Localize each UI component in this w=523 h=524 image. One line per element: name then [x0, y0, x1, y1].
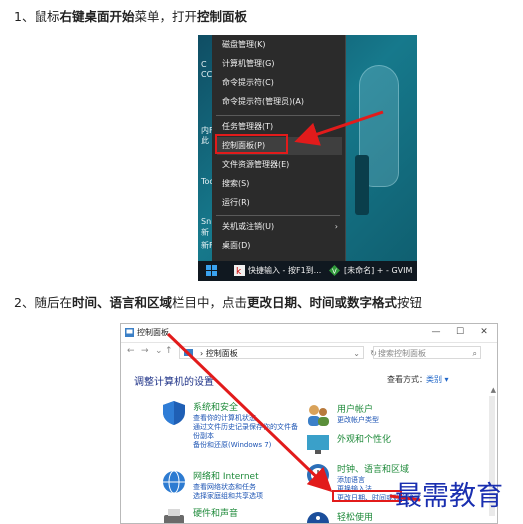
forward-arrow-icon[interactable]: → [141, 346, 149, 356]
up-arrow-icon[interactable]: ↑ [165, 346, 173, 356]
step-2-seg: 随后在 [34, 295, 72, 310]
step-1-number: 1、 [14, 9, 35, 24]
taskbar: k 快捷输入 - 按F1到... V [未命名] + - GVIM [198, 261, 417, 281]
category-title[interactable]: 用户帐户 [337, 402, 373, 415]
control-panel-highlight-box [215, 134, 288, 154]
category-title[interactable]: 系统和安全 [193, 400, 238, 413]
back-arrow-icon[interactable]: ← [127, 346, 135, 356]
minimize-button[interactable]: — [425, 325, 447, 339]
taskbar-task-quick-input[interactable]: 快捷输入 - 按F1到... [248, 264, 321, 278]
menu-item-computer-management[interactable]: 计算机管理(G) [217, 55, 342, 73]
menu-separator [216, 115, 340, 116]
category-link[interactable]: 选择家庭组和共享选项 [193, 491, 263, 501]
title-bar: 控制面板 — ☐ ✕ [121, 324, 497, 343]
svg-text:k: k [236, 267, 242, 276]
search-icon[interactable]: ⌕ [473, 347, 477, 360]
chevron-down-icon[interactable]: ⌄ [155, 346, 163, 356]
printer-icon[interactable] [161, 506, 187, 524]
maximize-button[interactable]: ☐ [449, 325, 471, 339]
step-2-instruction: 2、随后在时间、语言和区域栏目中，点击更改日期、时间或数字格式按钮 [14, 292, 422, 311]
wallpaper-object [355, 155, 369, 215]
desktop-icon-label: Sn [201, 217, 212, 226]
view-by-dropdown[interactable]: 类别 ▾ [426, 374, 449, 385]
scroll-up-icon[interactable]: ▲ [491, 386, 496, 394]
category-title[interactable]: 轻松使用 [337, 510, 373, 523]
menu-item-shutdown-label: 关机或注销(U) [222, 222, 275, 231]
menu-item-command-prompt[interactable]: 命令提示符(C) [217, 74, 342, 92]
menu-item-run[interactable]: 运行(R) [217, 194, 342, 212]
category-title[interactable]: 网络和 Internet [193, 469, 259, 482]
step-1-seg: 鼠标 [34, 9, 60, 24]
shield-icon[interactable] [161, 400, 187, 426]
watermark-text: 最需教育 [395, 481, 503, 512]
taskbar-task-gvim[interactable]: [未命名] + - GVIM [344, 264, 412, 278]
step-1-seg: 菜单，打开 [134, 9, 197, 24]
desktop-icon-label: CC [201, 70, 213, 79]
step-2-number: 2、 [14, 295, 35, 310]
category-link[interactable]: 更改帐户类型 [337, 415, 379, 425]
step-2-bold-seg: 时间、语言和区域 [71, 295, 172, 310]
menu-item-desktop[interactable]: 桌面(D) [217, 237, 342, 255]
menu-item-shutdown[interactable]: 关机或注销(U) › [217, 218, 342, 236]
desktop-icon-label: C [201, 60, 207, 69]
globe-network-icon[interactable] [161, 469, 187, 495]
quick-input-app-icon: k [234, 265, 245, 276]
windows-start-icon[interactable] [206, 265, 217, 276]
address-field[interactable]: › 控制面板 ⌄ ↻ [179, 346, 377, 360]
svg-text:V: V [332, 268, 337, 276]
step-1-bold-seg: 右键桌面开始 [59, 9, 135, 24]
ease-of-access-icon[interactable] [305, 510, 331, 524]
clock-globe-icon[interactable] [305, 462, 331, 488]
gvim-icon: V [329, 265, 340, 276]
menu-item-file-explorer[interactable]: 文件资源管理器(E) [217, 156, 342, 174]
desktop-icon-label: 新 [201, 228, 209, 237]
step-1-bold-seg: 控制面板 [197, 9, 248, 24]
menu-item-search[interactable]: 搜索(S) [217, 175, 342, 193]
search-placeholder: 搜索控制面板 [378, 349, 426, 358]
search-input[interactable]: 搜索控制面板 ⌕ [373, 346, 481, 359]
start-menu-screenshot: C CC 内F 此 Toc Sn 新 新F 磁盘管理(K) 计算机管理(G) 命… [198, 35, 417, 281]
chevron-down-icon[interactable]: ⌄ [353, 347, 360, 360]
monitor-icon[interactable] [305, 432, 331, 458]
control-panel-icon [125, 328, 134, 337]
page-title: 调整计算机的设置 [134, 377, 214, 388]
menu-separator [216, 215, 340, 216]
chevron-right-icon: › [334, 222, 338, 231]
category-link[interactable]: 备份和还原(Windows 7) [193, 440, 271, 450]
category-title[interactable]: 硬件和声音 [193, 506, 238, 519]
menu-item-command-prompt-admin[interactable]: 命令提示符(管理员)(A) [217, 93, 342, 111]
address-text: 控制面板 [205, 349, 238, 358]
change-format-highlight-box [332, 490, 402, 502]
desktop-icon-label: 此 [201, 136, 209, 145]
window-title: 控制面板 [137, 328, 169, 337]
close-button[interactable]: ✕ [473, 325, 495, 339]
menu-item-disk-management[interactable]: 磁盘管理(K) [217, 36, 342, 54]
folder-icon [184, 349, 193, 356]
step-1-instruction: 1、鼠标右键桌面开始菜单，打开控制面板 [14, 6, 247, 25]
step-2-bold-seg: 更改日期、时间或数字格式 [247, 295, 398, 310]
category-title[interactable]: 外观和个性化 [337, 432, 391, 445]
step-2-seg: 栏目中，点击 [171, 295, 247, 310]
address-bar: ← → ⌄ ↑ › 控制面板 ⌄ ↻ 搜索控制面板 ⌕ [121, 343, 497, 363]
step-2-seg: 按钮 [397, 295, 423, 310]
users-icon[interactable] [305, 402, 331, 428]
view-by-label: 查看方式： [387, 375, 427, 384]
